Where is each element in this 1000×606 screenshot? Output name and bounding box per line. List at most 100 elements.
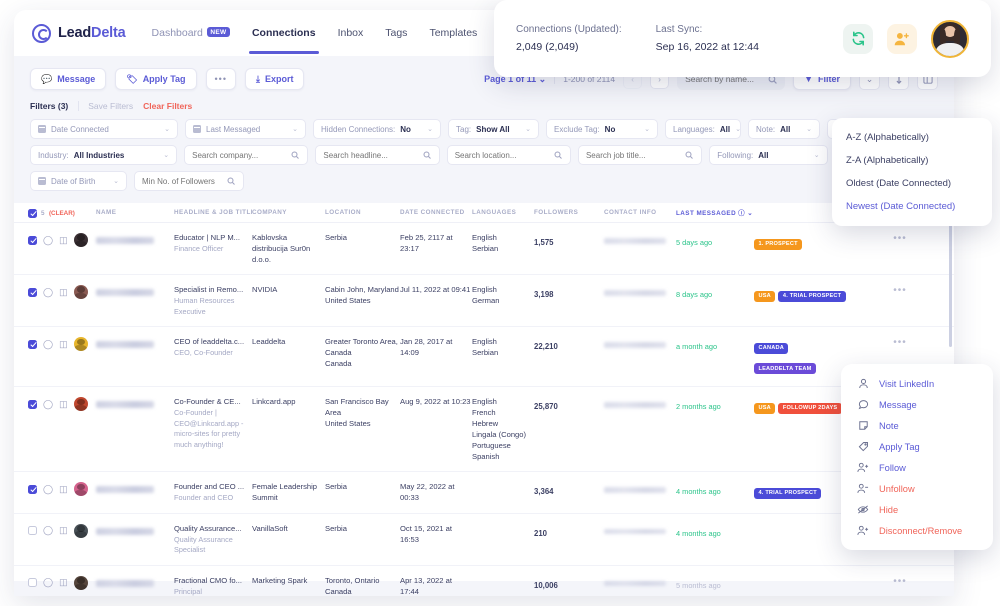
clear-selection-button[interactable]: (CLEAR): [49, 210, 75, 217]
export-button[interactable]: ⤓ Export: [245, 68, 305, 90]
filter-search-location[interactable]: [447, 145, 571, 165]
tag-badge[interactable]: 4. TRIAL PROSPECT: [754, 488, 821, 499]
search-location-input[interactable]: [455, 151, 548, 160]
tag-badge[interactable]: FOLLOWUP 2DAYS: [778, 403, 841, 414]
context-menu-item-hide[interactable]: Hide: [841, 499, 993, 520]
row-checkbox[interactable]: [28, 526, 37, 535]
filter-last-messaged[interactable]: Last Messaged ⌄: [185, 119, 306, 139]
add-user-icon[interactable]: [887, 24, 917, 54]
cell-name[interactable]: [96, 336, 174, 354]
table-row[interactable]: ◯◫Specialist in Remo...Human Resources E…: [14, 275, 954, 327]
header-headline[interactable]: HEADLINE & JOB TITLE: [174, 209, 252, 216]
filter-search-job-title[interactable]: [578, 145, 702, 165]
message-button[interactable]: 💬 Message: [30, 68, 106, 90]
table-row[interactable]: ◯◫Quality Assurance...Quality Assurance …: [14, 514, 954, 566]
tag-badge[interactable]: USA: [754, 403, 775, 414]
table-row[interactable]: ◯◫Founder and CEO ...Founder and CEOFema…: [14, 472, 954, 514]
context-menu-item-visit-linkedin[interactable]: Visit LinkedIn: [841, 373, 993, 394]
nav-item-templates[interactable]: Templates: [429, 13, 477, 54]
filter-search-company[interactable]: [184, 145, 308, 165]
cell-contact-info[interactable]: [604, 396, 676, 414]
header-location[interactable]: LOCATION: [325, 209, 400, 216]
tag-badge[interactable]: 4. TRIAL PROSPECT: [778, 291, 845, 302]
header-date-connected[interactable]: DATE CONNECTED: [400, 209, 472, 216]
table-row[interactable]: ◯◫Educator | NLP M...Finance OfficerKabl…: [14, 223, 954, 275]
filter-hidden-connections[interactable]: Hidden Connections: No ⌄: [313, 119, 441, 139]
message-icon[interactable]: ◯: [43, 400, 53, 409]
avatar[interactable]: [931, 20, 969, 58]
clear-filters-button[interactable]: Clear Filters: [143, 101, 192, 111]
cell-contact-info[interactable]: [604, 575, 676, 593]
row-checkbox[interactable]: [28, 236, 37, 245]
row-avatar[interactable]: [74, 482, 88, 496]
message-icon[interactable]: ◯: [43, 526, 53, 535]
header-last-messaged[interactable]: LAST MESSAGED ⓘ ⌄ TAGS: [676, 208, 754, 217]
select-all-checkbox[interactable]: [28, 209, 37, 218]
cell-contact-info[interactable]: [604, 336, 676, 354]
cell-name[interactable]: [96, 481, 174, 499]
cell-contact-info[interactable]: [604, 284, 676, 302]
cell-name[interactable]: [96, 523, 174, 541]
cell-name[interactable]: [96, 575, 174, 593]
row-actions-button[interactable]: •••: [893, 286, 907, 296]
cell-name[interactable]: [96, 232, 174, 250]
tag-badge[interactable]: 1. PROSPECT: [754, 239, 802, 250]
header-name[interactable]: NAME: [96, 209, 174, 216]
note-icon[interactable]: ◫: [59, 340, 68, 349]
filter-tag[interactable]: Tag: Show All ⌄: [448, 119, 539, 139]
context-menu-item-unfollow[interactable]: Unfollow: [841, 478, 993, 499]
row-avatar[interactable]: [74, 337, 88, 351]
sort-option-oldest[interactable]: Oldest (Date Connected): [832, 172, 992, 195]
note-icon[interactable]: ◫: [59, 578, 68, 587]
header-company[interactable]: COMPANY: [252, 209, 325, 216]
table-row[interactable]: ◯◫CEO of leaddelta.c...CEO, Co-FounderLe…: [14, 327, 954, 387]
select-all-group[interactable]: 5 (CLEAR): [28, 209, 75, 218]
sort-option-az[interactable]: A-Z (Alphabetically): [832, 126, 992, 149]
brand-logo[interactable]: LeadDelta: [32, 24, 126, 43]
message-icon[interactable]: ◯: [43, 340, 53, 349]
note-icon[interactable]: ◫: [59, 485, 68, 494]
filter-note[interactable]: Note: All ⌄: [748, 119, 820, 139]
cell-name[interactable]: [96, 284, 174, 302]
apply-tag-button[interactable]: 🏷 Apply Tag: [115, 68, 196, 90]
message-icon[interactable]: ◯: [43, 288, 53, 297]
row-avatar[interactable]: [74, 524, 88, 538]
message-icon[interactable]: ◯: [43, 485, 53, 494]
row-checkbox[interactable]: [28, 578, 37, 587]
row-avatar[interactable]: [74, 285, 88, 299]
sort-option-newest[interactable]: Newest (Date Connected): [832, 195, 992, 218]
message-icon[interactable]: ◯: [43, 236, 53, 245]
nav-item-connections[interactable]: Connections: [252, 13, 316, 54]
filter-search-headline[interactable]: [315, 145, 439, 165]
row-checkbox[interactable]: [28, 340, 37, 349]
header-contact-info[interactable]: CONTACT INFO: [604, 209, 676, 216]
search-headline-input[interactable]: [323, 151, 416, 160]
row-checkbox[interactable]: [28, 400, 37, 409]
more-actions-button[interactable]: •••: [206, 68, 236, 90]
note-icon[interactable]: ◫: [59, 236, 68, 245]
filter-languages[interactable]: Languages: All ⌄: [665, 119, 741, 139]
message-icon[interactable]: ◯: [43, 578, 53, 587]
cell-contact-info[interactable]: [604, 481, 676, 499]
tag-badge[interactable]: LEADDELTA TEAM: [754, 363, 816, 374]
nav-item-tags[interactable]: Tags: [385, 13, 407, 54]
sync-icon[interactable]: [843, 24, 873, 54]
sort-option-za[interactable]: Z-A (Alphabetically): [832, 149, 992, 172]
tag-badge[interactable]: USA: [754, 291, 775, 302]
row-checkbox[interactable]: [28, 288, 37, 297]
tag-badge[interactable]: CANADA: [754, 343, 788, 354]
row-actions-button[interactable]: •••: [893, 577, 907, 587]
note-icon[interactable]: ◫: [59, 400, 68, 409]
cell-contact-info[interactable]: [604, 232, 676, 250]
note-icon[interactable]: ◫: [59, 526, 68, 535]
nav-item-dashboard[interactable]: DashboardNEW: [152, 13, 230, 54]
min-followers-input[interactable]: [142, 177, 221, 186]
filter-following[interactable]: Following: All ⌄: [709, 145, 827, 165]
filter-exclude-tag[interactable]: Exclude Tag: No ⌄: [546, 119, 658, 139]
context-menu-item-note[interactable]: Note: [841, 415, 993, 436]
row-actions-button[interactable]: •••: [893, 338, 907, 348]
row-avatar[interactable]: [74, 576, 88, 590]
header-followers[interactable]: FOLLOWERS: [534, 209, 604, 216]
table-row[interactable]: ◯◫Co-Founder & CE...Co-Founder | CEO@Lin…: [14, 387, 954, 472]
context-menu-item-follow[interactable]: Follow: [841, 457, 993, 478]
